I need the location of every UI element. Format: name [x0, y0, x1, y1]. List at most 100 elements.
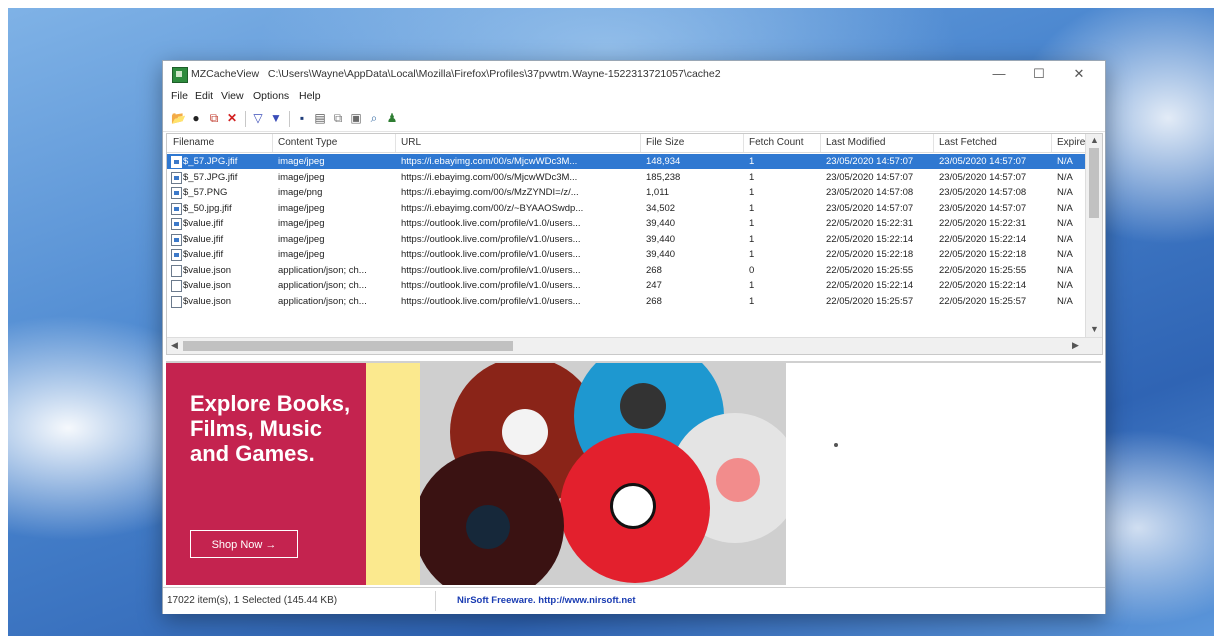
- cell-file-size: 268: [646, 264, 662, 276]
- refresh-icon[interactable]: ●: [189, 111, 203, 125]
- cell-expire: N/A: [1057, 233, 1073, 245]
- maximize-button[interactable]: ☐: [1021, 64, 1057, 84]
- save-icon[interactable]: ▪: [295, 111, 309, 125]
- menu-edit[interactable]: Edit: [195, 90, 213, 102]
- cell-last-fetched: 22/05/2020 15:22:31: [939, 218, 1027, 229]
- col-file-size[interactable]: File Size: [646, 137, 684, 148]
- col-last-modified[interactable]: Last Modified: [826, 137, 885, 148]
- open-folder-icon[interactable]: ▣: [349, 111, 363, 125]
- close-button[interactable]: ✕: [1061, 64, 1097, 84]
- cell-expire: N/A: [1057, 295, 1073, 307]
- dot: [834, 443, 838, 447]
- title-bar[interactable]: MZCacheView C:\Users\Wayne\AppData\Local…: [163, 61, 1105, 87]
- app-icon: [172, 67, 188, 83]
- cell-last-modified: 23/05/2020 14:57:07: [826, 156, 914, 167]
- col-content-type[interactable]: Content Type: [278, 137, 337, 148]
- window-title: MZCacheView C:\Users\Wayne\AppData\Local…: [191, 68, 721, 80]
- copy-icon[interactable]: ⧉: [207, 111, 221, 125]
- find-icon[interactable]: ⌕: [367, 111, 381, 125]
- cell-expire: N/A: [1057, 156, 1073, 167]
- horizontal-scrollbar[interactable]: ◀ ▶: [167, 337, 1102, 354]
- record-label: [610, 483, 656, 529]
- filter-clear-icon[interactable]: ▼: [269, 111, 283, 125]
- properties-icon[interactable]: ▤: [313, 111, 327, 125]
- col-divider[interactable]: [933, 134, 934, 152]
- table-row[interactable]: $_57.JPG.jfif image/jpeg https://i.ebayimg…: [167, 154, 1085, 169]
- cache-table[interactable]: Filename Content Type URL File Size Fetc…: [166, 133, 1103, 355]
- cell-last-fetched: 22/05/2020 15:22:18: [939, 249, 1027, 260]
- table-row[interactable]: $_57.JPG.jfif image/jpeg https://i.ebayimg…: [167, 170, 1085, 185]
- vertical-scrollbar[interactable]: ▲ ▼: [1085, 134, 1102, 338]
- cell-last-fetched: 23/05/2020 14:57:07: [939, 156, 1027, 167]
- cell-filename: $_50.jpg.jfif: [183, 202, 232, 214]
- cell-content-type: application/json; ch...: [278, 280, 367, 291]
- cell-fetch-count: 1: [749, 218, 755, 229]
- cell-fetch-count: 0: [749, 264, 755, 276]
- menu-view[interactable]: View: [221, 90, 244, 102]
- table-row[interactable]: $value.json application/json; ch... https:…: [167, 278, 1085, 293]
- col-last-fetched[interactable]: Last Fetched: [939, 137, 997, 148]
- col-fetch-count[interactable]: Fetch Count: [749, 137, 803, 148]
- cell-filename: $value.json: [183, 264, 232, 276]
- cell-file-size: 185,238: [646, 171, 681, 183]
- cell-filename: $_57.PNG: [183, 187, 228, 198]
- scroll-up-icon[interactable]: ▲: [1090, 135, 1099, 145]
- status-bar: 17022 item(s), 1 Selected (145.44 KB) Ni…: [163, 587, 1105, 614]
- col-expire[interactable]: Expire: [1057, 137, 1085, 148]
- filter-icon[interactable]: ▽: [251, 111, 265, 125]
- table-row[interactable]: $value.jfif image/jpeg https://outlook.liv…: [167, 247, 1085, 262]
- menu-bar: File Edit View Options Help: [163, 87, 1105, 107]
- cell-url: https://outlook.live.com/profile/v1.0/us…: [401, 295, 581, 307]
- menu-options[interactable]: Options: [253, 90, 289, 102]
- preview-pane: Explore Books, Films, Music and Games. S…: [166, 361, 1101, 585]
- exit-icon[interactable]: ♟: [385, 111, 399, 125]
- cell-last-modified: 23/05/2020 14:57:07: [826, 202, 914, 214]
- document-file-icon: [171, 280, 182, 292]
- vertical-scroll-thumb[interactable]: [1089, 148, 1099, 218]
- mzcacheview-window[interactable]: MZCacheView C:\Users\Wayne\AppData\Local…: [162, 60, 1106, 614]
- col-divider[interactable]: [743, 134, 744, 152]
- cell-content-type: image/png: [278, 187, 323, 198]
- col-divider[interactable]: [1051, 134, 1052, 152]
- status-item-count: 17022 item(s), 1 Selected (145.44 KB): [167, 595, 338, 606]
- nirsoft-link[interactable]: NirSoft Freeware. http://www.nirsoft.net: [457, 595, 636, 606]
- col-divider[interactable]: [820, 134, 821, 152]
- cell-url: https://i.ebayimg.com/00/s/MzZYNDI=/z/..…: [401, 187, 579, 198]
- scroll-left-icon[interactable]: ◀: [171, 340, 178, 351]
- table-row[interactable]: $_50.jpg.jfif image/jpeg https://i.ebayimg…: [167, 201, 1085, 216]
- shop-now-button[interactable]: Shop Now →: [190, 530, 298, 558]
- cell-last-fetched: 23/05/2020 14:57:07: [939, 171, 1027, 183]
- cell-expire: N/A: [1057, 218, 1073, 229]
- cell-fetch-count: 1: [749, 202, 755, 214]
- cell-last-modified: 22/05/2020 15:22:14: [826, 233, 914, 245]
- cell-filename: $value.json: [183, 295, 232, 307]
- cell-expire: N/A: [1057, 264, 1073, 276]
- cell-file-size: 148,934: [646, 156, 681, 167]
- col-divider[interactable]: [395, 134, 396, 152]
- table-row[interactable]: $value.jfif image/jpeg https://outlook.liv…: [167, 232, 1085, 247]
- cell-filename: $_57.JPG.jfif: [183, 156, 238, 167]
- scroll-right-icon[interactable]: ▶: [1072, 340, 1079, 351]
- col-divider[interactable]: [640, 134, 641, 152]
- minimize-button[interactable]: —: [981, 64, 1017, 84]
- menu-help[interactable]: Help: [299, 90, 321, 102]
- ad-headline: Explore Books, Films, Music and Games.: [190, 391, 351, 466]
- menu-file[interactable]: File: [171, 90, 188, 102]
- col-divider[interactable]: [272, 134, 273, 152]
- cell-last-modified: 22/05/2020 15:22:14: [826, 280, 914, 291]
- horizontal-scroll-thumb[interactable]: [183, 341, 513, 351]
- col-filename[interactable]: Filename: [173, 137, 214, 148]
- copy-files-icon[interactable]: ⧉: [331, 111, 345, 125]
- cell-content-type: application/json; ch...: [278, 295, 367, 307]
- document-file-icon: [171, 295, 182, 308]
- table-row[interactable]: $value.json application/json; ch... https:…: [167, 263, 1085, 278]
- table-row[interactable]: $value.jfif image/jpeg https://outlook.liv…: [167, 216, 1085, 231]
- scroll-down-icon[interactable]: ▼: [1090, 324, 1099, 334]
- open-icon[interactable]: 📂: [171, 111, 186, 125]
- table-row[interactable]: $_57.PNG image/png https://i.ebayimg.com/0…: [167, 185, 1085, 200]
- delete-icon[interactable]: ✕: [225, 111, 239, 125]
- cache-path: C:\Users\Wayne\AppData\Local\Mozilla\Fir…: [267, 68, 721, 80]
- col-url[interactable]: URL: [401, 137, 421, 148]
- table-row[interactable]: $value.json application/json; ch... https:…: [167, 294, 1085, 309]
- cell-file-size: 247: [646, 280, 662, 291]
